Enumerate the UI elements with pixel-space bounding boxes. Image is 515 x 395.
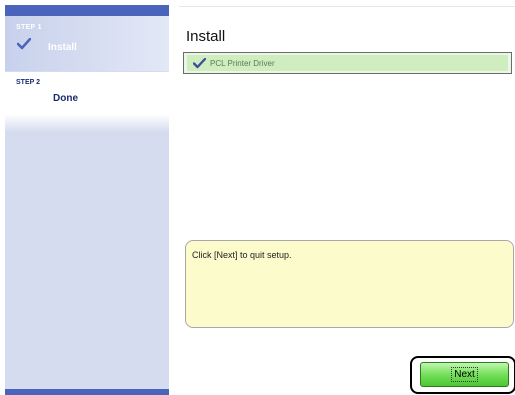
step-fade (5, 114, 169, 132)
next-button[interactable]: Next (420, 362, 509, 387)
check-icon (193, 58, 206, 69)
check-icon (17, 38, 31, 50)
message-text: Click [Next] to quit setup. (192, 250, 292, 260)
message-box: Click [Next] to quit setup. (185, 240, 514, 328)
sidebar: STEP 1 Install STEP 2 Done (5, 5, 169, 395)
sidebar-top-bar (5, 5, 169, 16)
install-item-row: PCL Printer Driver (183, 52, 512, 74)
step-1-label: STEP 1 (16, 24, 42, 31)
sidebar-bottom-bar (5, 389, 169, 395)
step-2-label: STEP 2 (16, 79, 40, 86)
install-item-label: PCL Printer Driver (210, 59, 275, 68)
header-divider (179, 6, 515, 7)
step-1-name: Install (48, 42, 77, 53)
page-title: Install (186, 28, 226, 45)
next-button-label: Next (451, 367, 478, 382)
step-2-name: Done (53, 93, 78, 104)
